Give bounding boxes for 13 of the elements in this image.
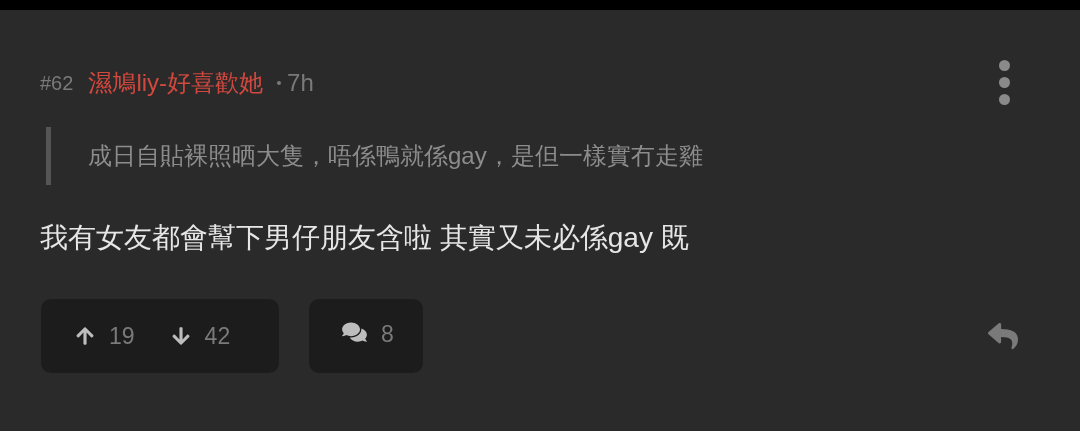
post-body: 我有女友都會幫下男仔朋友含啦 其實又未必係gay 既 (40, 221, 690, 255)
upvote-button[interactable]: 19 (75, 318, 135, 354)
up-arrow-icon (75, 326, 95, 346)
post-number: #62 (40, 70, 74, 96)
post-time: 7h (287, 67, 314, 98)
quote-bar (46, 127, 51, 185)
comments-icon (342, 321, 367, 343)
downvote-button[interactable]: 42 (170, 318, 231, 354)
comments-button[interactable]: 8 (309, 299, 423, 373)
down-arrow-icon (170, 326, 191, 346)
quoted-text: 成日自貼裸照晒大隻，唔係鴨就係gay，是但一樣實冇走雞 (88, 141, 703, 171)
author-name[interactable]: 濕鳩liy-好喜歡她 (88, 64, 264, 101)
more-options-icon[interactable] (999, 60, 1010, 105)
